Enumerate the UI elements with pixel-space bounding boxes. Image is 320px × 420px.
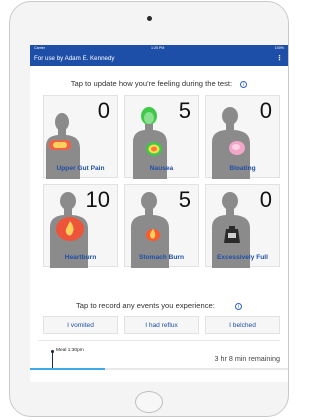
symptom-card-bloating[interactable]: 0 Bloating (205, 95, 280, 179)
symptom-grid: 0 Upper Gut Pain 5 Nausea 0 Bloating 10 … (43, 95, 281, 268)
test-timeline: Meal 1:30pm 3 hr 8 min remaining (30, 343, 288, 382)
symptom-score: 10 (85, 187, 110, 212)
progress-bar (30, 368, 105, 370)
divider (38, 340, 280, 341)
symptom-score: 0 (259, 187, 272, 212)
meal-marker-line (52, 352, 53, 368)
home-button[interactable] (135, 391, 163, 413)
symptom-card-heartburn[interactable]: 10 Heartburn (43, 184, 118, 268)
symptom-label: Nausea (149, 165, 174, 172)
tablet-frame: Carrier 1:25 PM 100% For use by Adam E. … (9, 1, 289, 417)
app-screen: Carrier 1:25 PM 100% For use by Adam E. … (30, 45, 288, 382)
symptom-card-excessively-full[interactable]: 0 Excessively Full (205, 184, 280, 268)
i-had-reflux-button[interactable]: I had reflux (124, 316, 199, 334)
carrier-label: Carrier (34, 46, 45, 50)
symptom-label: Upper Gut Pain (56, 165, 105, 172)
symptom-prompt-text: Tap to update how you're feeling during … (70, 79, 233, 88)
event-prompt: Tap to record any events you experience:… (30, 301, 288, 310)
info-icon[interactable]: i (235, 302, 242, 310)
status-time: 1:25 PM (151, 46, 165, 50)
symptom-label: Excessively Full (217, 254, 268, 261)
overflow-menu-icon[interactable]: ⋮ (276, 54, 283, 62)
symptom-card-upper-gut-pain[interactable]: 0 Upper Gut Pain (43, 95, 118, 179)
symptom-score: 5 (178, 187, 191, 212)
event-buttons: I vomited I had reflux I belched (43, 316, 281, 334)
i-belched-button[interactable]: I belched (205, 316, 280, 334)
front-camera (147, 16, 152, 21)
battery-label: 100% (274, 46, 284, 50)
app-header: For use by Adam E. Kennedy ⋮ (30, 52, 288, 66)
app-title: For use by Adam E. Kennedy (34, 55, 115, 62)
event-prompt-text: Tap to record any events you experience: (75, 301, 215, 310)
symptom-score: 0 (259, 98, 272, 123)
status-bar: Carrier 1:25 PM 100% (30, 45, 288, 52)
symptom-score: 5 (178, 98, 191, 123)
i-vomited-button[interactable]: I vomited (43, 316, 118, 334)
info-icon[interactable]: i (240, 80, 248, 88)
symptom-score: 0 (97, 98, 110, 123)
symptom-label: Bloating (229, 165, 256, 172)
symptom-prompt: Tap to update how you're feeling during … (30, 79, 288, 88)
symptom-card-stomach-burn[interactable]: 5 Stomach Burn (124, 184, 199, 268)
time-remaining: 3 hr 8 min remaining (214, 354, 280, 363)
symptom-label: Stomach Burn (138, 254, 185, 261)
meal-label: Meal 1:30pm (56, 348, 84, 353)
symptom-label: Heartburn (64, 254, 97, 261)
symptom-card-nausea[interactable]: 5 Nausea (124, 95, 199, 179)
